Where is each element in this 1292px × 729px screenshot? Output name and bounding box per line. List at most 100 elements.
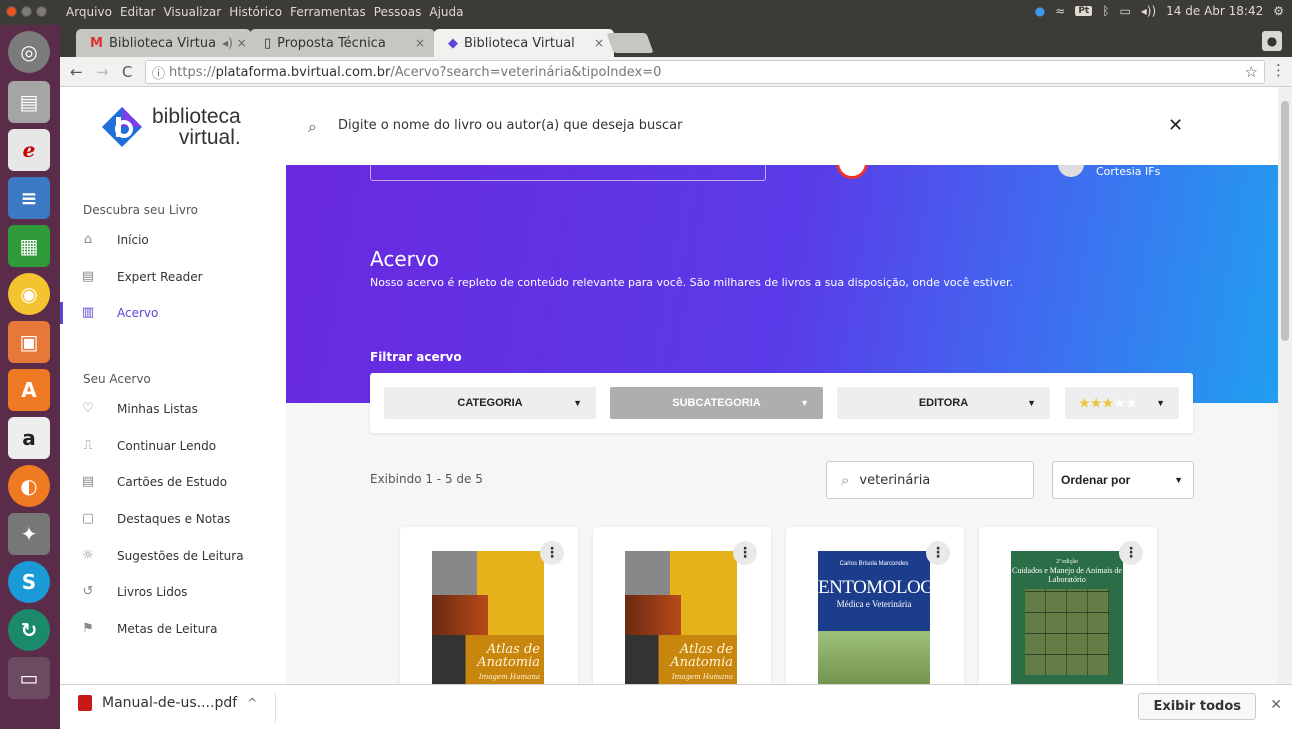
sidebar-item-expert-reader[interactable]: ▤ Expert Reader	[81, 269, 203, 284]
site-logo[interactable]: biblioteca virtual.	[100, 105, 241, 149]
tab-title: Proposta Técnica	[277, 35, 386, 51]
window-close-button[interactable]	[6, 6, 17, 17]
skype-icon[interactable]: S	[8, 561, 50, 603]
tab-gmail[interactable]: M Biblioteca Virtua ◂) ×	[76, 29, 251, 57]
download-item[interactable]: Manual-de-us....pdf ^	[78, 695, 257, 711]
close-search-icon[interactable]: ✕	[1168, 115, 1183, 136]
window-maximize-button[interactable]	[36, 6, 47, 17]
settings-gear-icon[interactable]: ⚙	[1273, 4, 1284, 18]
dropbox-icon[interactable]: ●	[1035, 4, 1045, 18]
sidebar-item-sugestoes-de-leitura[interactable]: ☼ Sugestões de Leitura	[81, 548, 243, 563]
impress-icon[interactable]: ▣	[8, 321, 50, 363]
page-title: Acervo	[370, 247, 439, 271]
sort-label: Ordenar por	[1061, 473, 1131, 487]
sidebar-item-label: Minhas Listas	[117, 401, 198, 416]
card-icon: ▤	[81, 474, 95, 489]
volume-icon[interactable]: ◂))	[1141, 4, 1156, 18]
reload-icon[interactable]: C	[122, 63, 132, 81]
sync-icon[interactable]: ↻	[8, 609, 50, 651]
menu-pessoas[interactable]: Pessoas	[374, 5, 422, 19]
new-tab-button[interactable]	[606, 33, 654, 53]
window-controls	[6, 6, 47, 17]
bluetooth-icon[interactable]: ᛒ	[1102, 4, 1109, 18]
address-bar[interactable]: ⓘ https://plataforma.bvirtual.com.br/Ace…	[145, 60, 1265, 84]
acervo-search-input[interactable]: ⌕ veterinária	[826, 461, 1034, 499]
tab-close-icon[interactable]: ◂) ×	[222, 36, 247, 50]
close-icon[interactable]: ✕	[1270, 697, 1282, 713]
institution-label: Cortesia IFs	[1096, 165, 1161, 178]
sidebar-item-livros-lidos[interactable]: ↺ Livros Lidos	[81, 584, 188, 599]
sidebar-item-acervo[interactable]: ▥ Acervo	[81, 305, 159, 320]
editora-select[interactable]: EDITORA ▼	[837, 387, 1050, 419]
book-card[interactable]: Atlas de Anatomia Imagem Humana ⋮	[593, 527, 771, 684]
book-cover[interactable]: Atlas de Anatomia Imagem Humana	[432, 551, 544, 684]
evince-icon[interactable]: ℯ	[8, 129, 50, 171]
menu-ferramentas[interactable]: Ferramentas	[290, 5, 366, 19]
search-value: veterinária	[859, 472, 931, 488]
info-icon[interactable]: ⓘ	[152, 63, 165, 82]
launcher: ◎ ▤ ℯ ≡ ▦ ◉ ▣ A a ◐ ✦ S ↻ ▭	[0, 25, 60, 729]
subcategoria-select[interactable]: SUBCATEGORIA ▼	[610, 387, 823, 419]
files-icon[interactable]: ▤	[8, 81, 50, 123]
bookmark-star-icon[interactable]: ☆	[1245, 63, 1258, 81]
page-scrollbar[interactable]	[1278, 87, 1292, 684]
keyboard-layout-indicator[interactable]: Pt	[1075, 6, 1093, 16]
library-icon: ▥	[81, 305, 95, 320]
firefox-icon[interactable]: ◐	[8, 465, 50, 507]
chevron-up-icon[interactable]: ^	[247, 696, 257, 710]
sidebar-item-label: Início	[117, 232, 149, 247]
ubuntu-dash-icon[interactable]: ◎	[8, 31, 50, 73]
scrollbar-thumb[interactable]	[1281, 101, 1289, 341]
window-minimize-button[interactable]	[21, 6, 32, 17]
sidebar-item-label: Metas de Leitura	[117, 621, 218, 636]
menu-historico[interactable]: Histórico	[229, 5, 282, 19]
url-scheme: https://	[169, 64, 216, 80]
book-card[interactable]: 2ª edição Cuidados e Manejo de Animais d…	[979, 527, 1157, 684]
book-cover[interactable]: Carlos Brisola Marcondes ENTOMOLOGIA Méd…	[818, 551, 930, 684]
sidebar-item-destaques-e-notas[interactable]: ▢ Destaques e Notas	[81, 511, 231, 526]
clock[interactable]: 14 de Abr 18:42	[1166, 4, 1263, 18]
rating-stars-off: ★★	[1114, 396, 1138, 410]
amazon-icon[interactable]: a	[8, 417, 50, 459]
browser-menu-icon[interactable]: ⋮	[1271, 61, 1286, 79]
system-tray: ● ≈ Pt ᛒ ▭ ◂)) 14 de Abr 18:42 ⚙	[1035, 4, 1284, 18]
book-card[interactable]: Atlas de Anatomia Imagem Humana ⋮	[400, 527, 578, 684]
menu-editar[interactable]: Editar	[120, 5, 156, 19]
more-options-icon[interactable]: ⋮	[1119, 541, 1143, 565]
tab-biblioteca-virtual[interactable]: ◆ Biblioteca Virtual ×	[434, 29, 614, 57]
more-options-icon[interactable]: ⋮	[540, 541, 564, 565]
global-search-input[interactable]: Digite o nome do livro ou autor(a) que d…	[338, 118, 682, 133]
sidebar-item-minhas-listas[interactable]: ♡ Minhas Listas	[81, 401, 198, 416]
wifi-icon[interactable]: ≈	[1055, 4, 1065, 18]
calc-icon[interactable]: ▦	[8, 225, 50, 267]
more-options-icon[interactable]: ⋮	[733, 541, 757, 565]
forward-icon[interactable]: →	[96, 63, 109, 81]
workspace-icon[interactable]: ▭	[8, 657, 50, 699]
writer-icon[interactable]: ≡	[8, 177, 50, 219]
show-all-downloads-button[interactable]: Exibir todos	[1138, 693, 1256, 720]
profile-icon[interactable]: ●	[1262, 31, 1282, 51]
sidebar-item-inicio[interactable]: ⌂ Início	[81, 232, 149, 247]
biblioteca-virtual-logo-icon	[102, 107, 142, 147]
menu-arquivo[interactable]: Arquivo	[66, 5, 112, 19]
rating-select[interactable]: ★★★★★ ▼	[1065, 387, 1179, 419]
sidebar-item-continuar-lendo[interactable]: ⎍ Continuar Lendo	[81, 438, 216, 453]
tab-close-icon[interactable]: ×	[415, 36, 425, 50]
more-options-icon[interactable]: ⋮	[926, 541, 950, 565]
system-settings-icon[interactable]: ✦	[8, 513, 50, 555]
book-card[interactable]: Carlos Brisola Marcondes ENTOMOLOGIA Méd…	[786, 527, 964, 684]
battery-icon[interactable]: ▭	[1119, 4, 1130, 18]
menu-ajuda[interactable]: Ajuda	[429, 5, 463, 19]
chrome-icon[interactable]: ◉	[8, 273, 50, 315]
book-cover[interactable]: 2ª edição Cuidados e Manejo de Animais d…	[1011, 551, 1123, 684]
sort-select[interactable]: Ordenar por ▼	[1052, 461, 1194, 499]
back-icon[interactable]: ←	[70, 63, 83, 81]
software-center-icon[interactable]: A	[8, 369, 50, 411]
menu-visualizar[interactable]: Visualizar	[163, 5, 221, 19]
categoria-select[interactable]: CATEGORIA ▼	[384, 387, 596, 419]
sidebar-item-cartoes-de-estudo[interactable]: ▤ Cartões de Estudo	[81, 474, 227, 489]
sidebar-item-metas-de-leitura[interactable]: ⚑ Metas de Leitura	[81, 621, 217, 636]
book-cover[interactable]: Atlas de Anatomia Imagem Humana	[625, 551, 737, 684]
tab-proposta[interactable]: ▯ Proposta Técnica ×	[250, 29, 435, 57]
tab-close-icon[interactable]: ×	[594, 36, 604, 50]
